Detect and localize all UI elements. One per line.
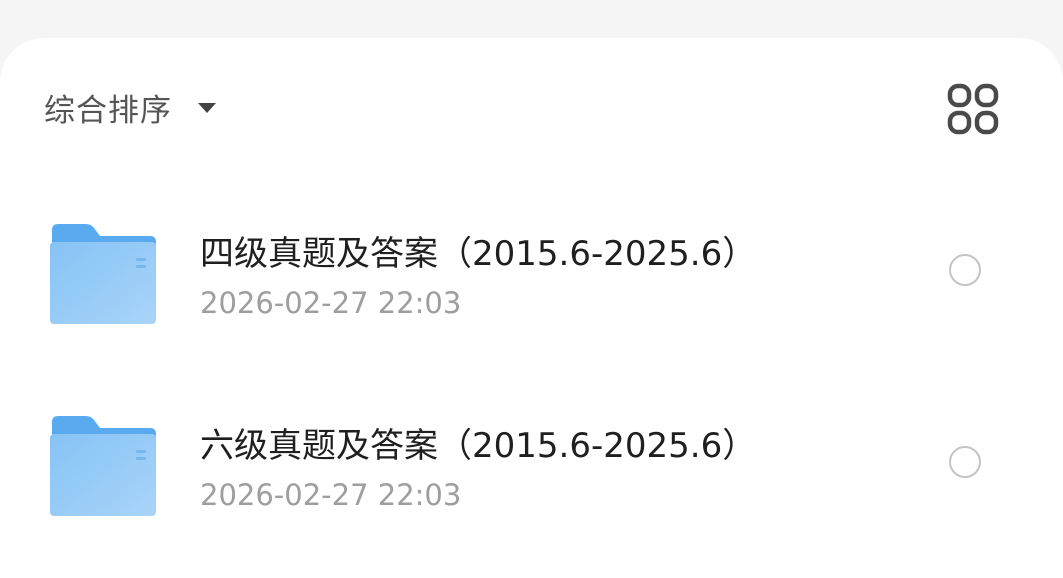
list-toolbar: 综合排序 xyxy=(0,38,1063,178)
caret-down-icon xyxy=(198,103,216,113)
file-modified-date: 2026-02-27 22:03 xyxy=(200,286,462,320)
select-radio[interactable] xyxy=(949,446,981,478)
sort-dropdown[interactable]: 综合排序 xyxy=(44,86,216,129)
sort-label: 综合排序 xyxy=(44,92,172,129)
file-list-panel: 综合排序 四级真题及答案（2015.6-2025.6） 2026-02-27 2… xyxy=(0,38,1063,578)
file-row[interactable]: 六级真题及答案（2015.6-2025.6） 2026-02-27 22:03 xyxy=(0,388,1063,548)
grid-view-toggle[interactable] xyxy=(946,82,1000,136)
file-row[interactable]: 四级真题及答案（2015.6-2025.6） 2026-02-27 22:03 xyxy=(0,196,1063,356)
select-radio[interactable] xyxy=(949,254,981,286)
folder-icon xyxy=(50,416,156,516)
file-modified-date: 2026-02-27 22:03 xyxy=(200,478,462,512)
grid-view-icon xyxy=(947,83,999,135)
file-name: 六级真题及答案（2015.6-2025.6） xyxy=(200,426,757,466)
folder-icon xyxy=(50,224,156,324)
file-name: 四级真题及答案（2015.6-2025.6） xyxy=(200,234,757,274)
